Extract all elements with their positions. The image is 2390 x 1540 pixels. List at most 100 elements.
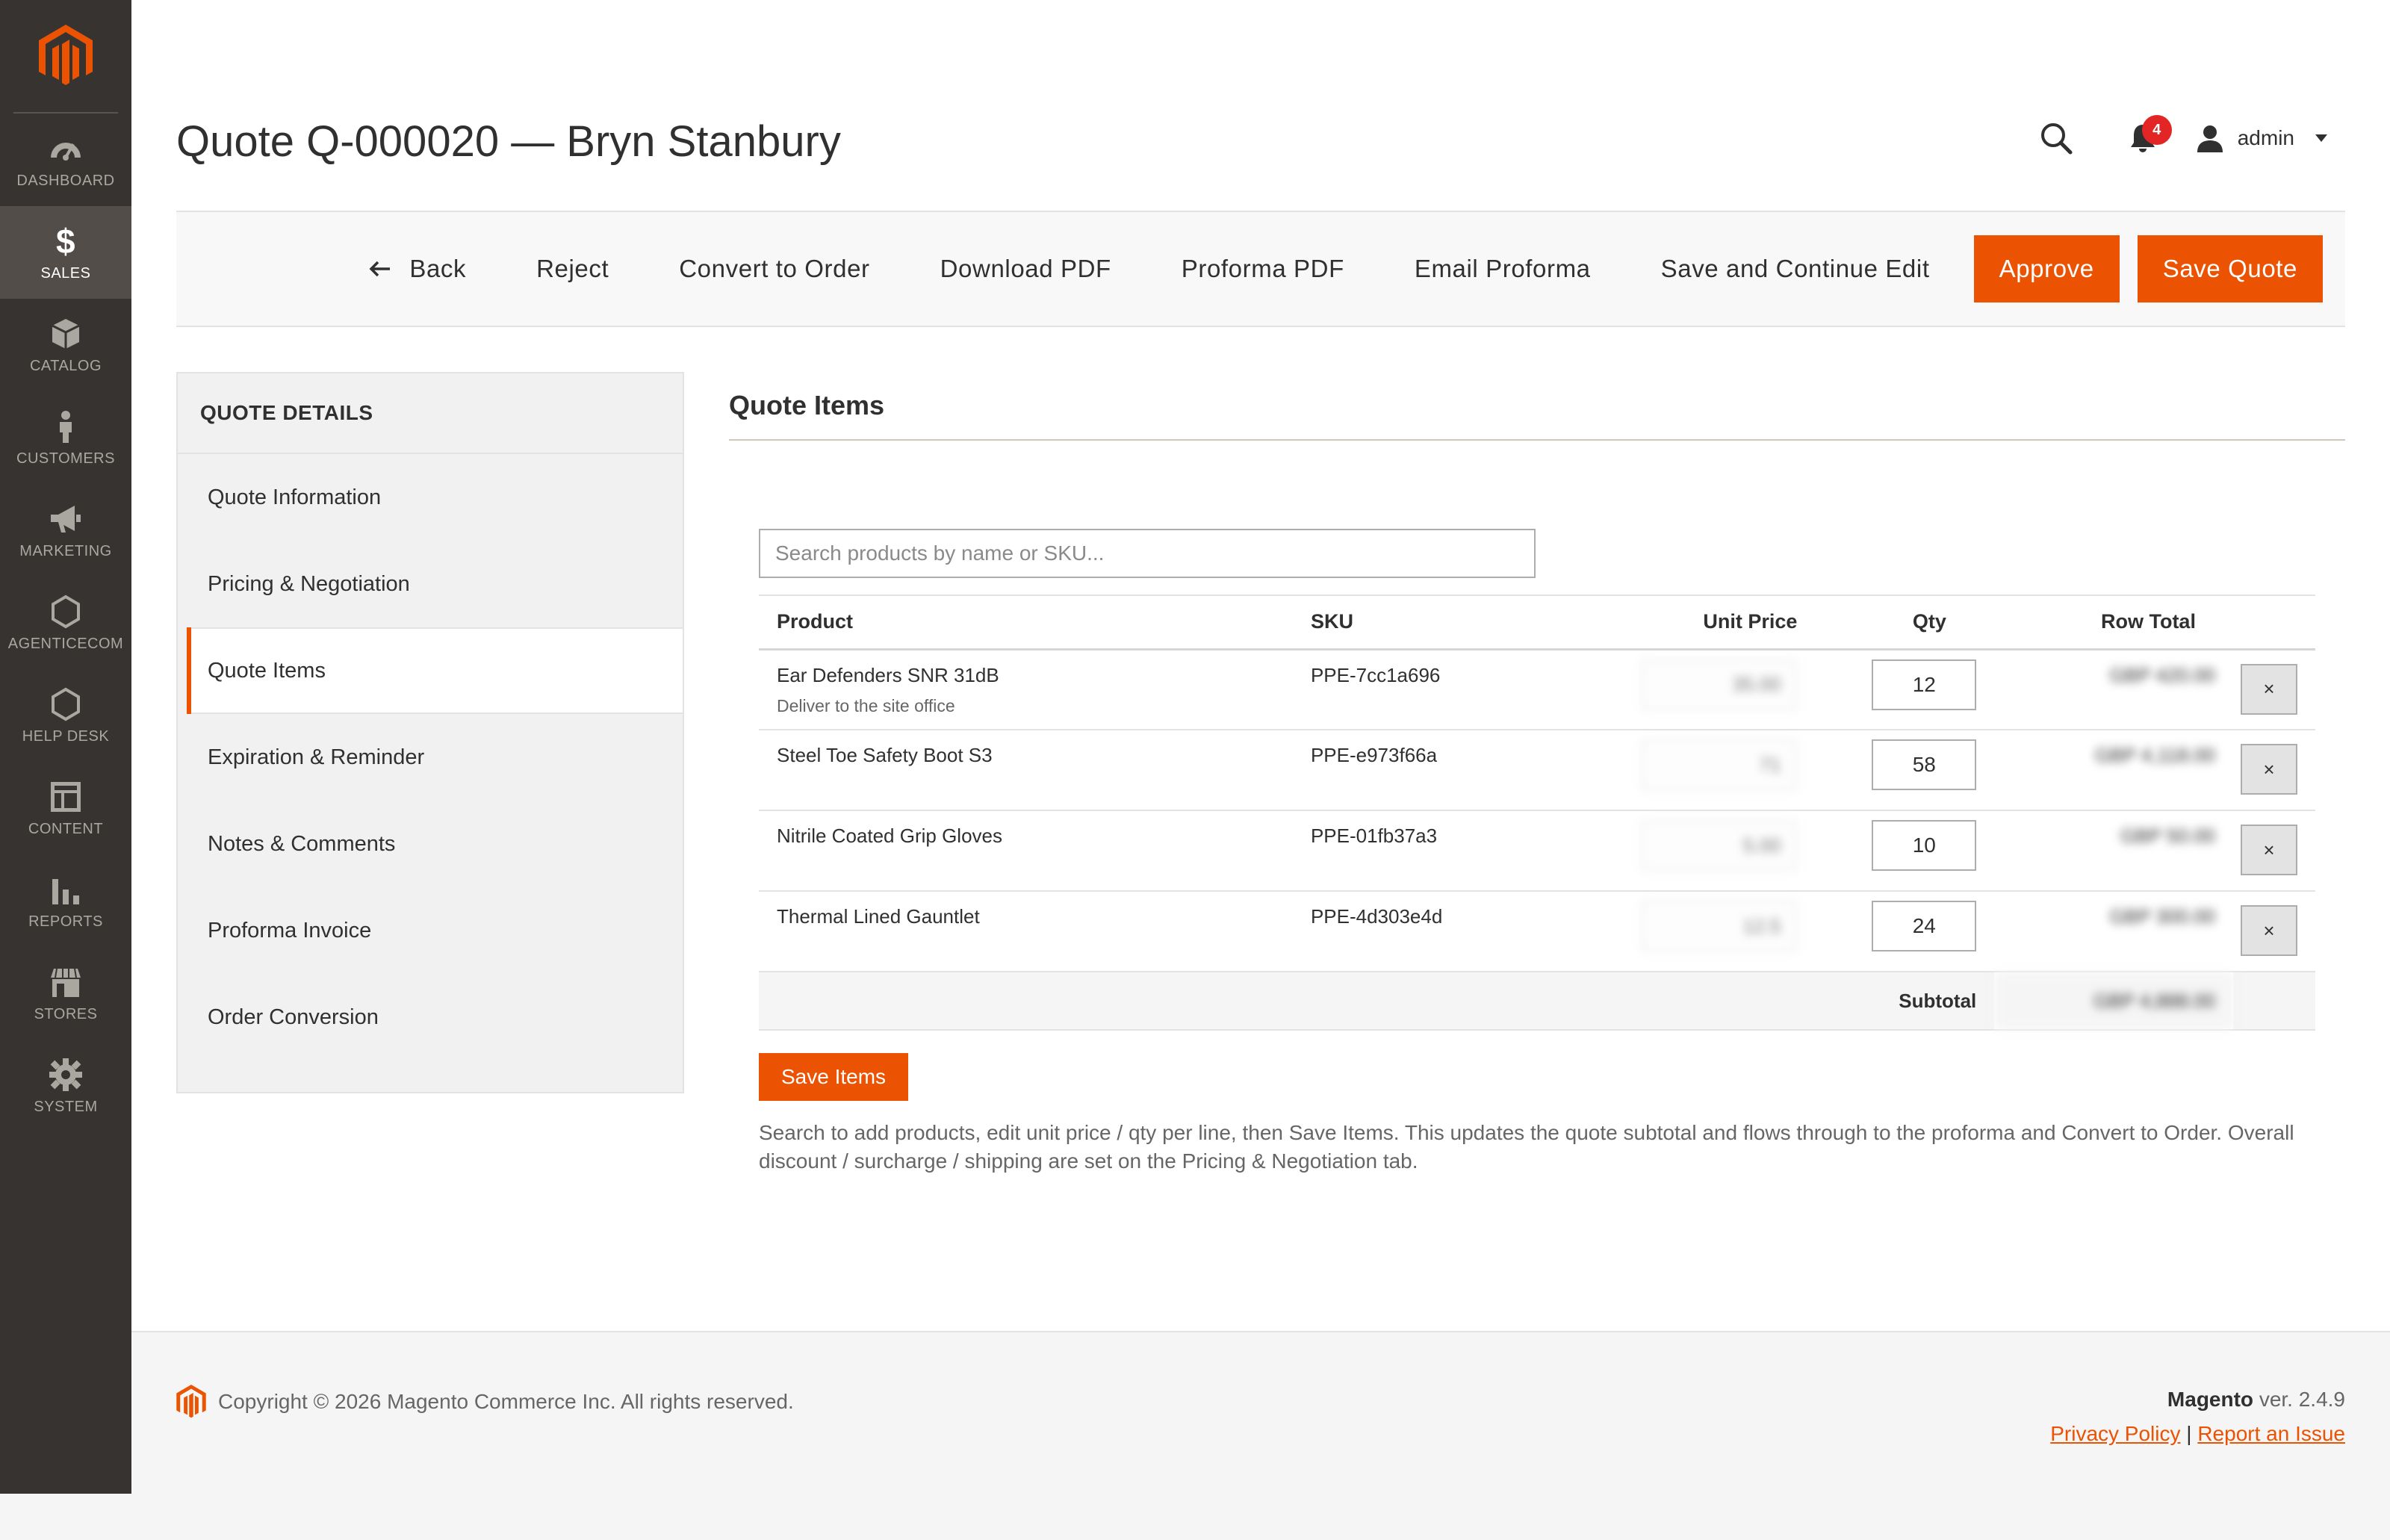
content-icon: [51, 781, 81, 812]
delete-row-button[interactable]: ×: [2240, 825, 2297, 875]
table-header-row: Product SKU Unit Price Qty Row Total: [759, 594, 2315, 651]
bar-chart-icon: [52, 878, 79, 904]
privacy-policy-link[interactable]: Privacy Policy: [2050, 1422, 2180, 1445]
customers-icon: [60, 410, 72, 443]
tab-pricing-negotiation[interactable]: Pricing & Negotiation: [178, 541, 683, 627]
unit-price-input[interactable]: [1642, 739, 1798, 790]
version-number: ver. 2.4.9: [2259, 1388, 2345, 1411]
approve-button[interactable]: Approve: [1973, 235, 2120, 302]
report-issue-link[interactable]: Report an Issue: [2197, 1422, 2345, 1445]
col-header-unit-price: Unit Price: [1591, 594, 1816, 651]
nav-item-reports[interactable]: REPORTS: [0, 854, 131, 947]
product-search-input[interactable]: [759, 529, 1536, 578]
col-header-actions: [2232, 594, 2315, 651]
delete-row-button[interactable]: ×: [2240, 905, 2297, 956]
nav-item-dashboard[interactable]: DASHBOARD: [0, 114, 131, 206]
nav-item-marketing[interactable]: MARKETING: [0, 484, 131, 577]
save-quote-button[interactable]: Save Quote: [2137, 235, 2323, 302]
save-items-button[interactable]: Save Items: [759, 1053, 909, 1101]
qty-input[interactable]: [1872, 901, 1977, 951]
proforma-pdf-button[interactable]: Proforma PDF: [1146, 235, 1379, 302]
quote-details-tabs: QUOTE DETAILS Quote Information Pricing …: [176, 372, 684, 1093]
admin-username: admin: [2237, 126, 2294, 149]
copyright: Copyright © 2026 Magento Commerce Inc. A…: [176, 1385, 794, 1419]
store-icon: [51, 968, 81, 997]
unit-price-input[interactable]: [1642, 901, 1798, 951]
convert-to-order-button[interactable]: Convert to Order: [644, 235, 904, 302]
unit-price-input[interactable]: [1642, 820, 1798, 871]
subtotal-label: Subtotal: [1815, 972, 1995, 1031]
nav-label: REPORTS: [28, 913, 103, 930]
product-name: Steel Toe Safety Boot S3: [777, 744, 993, 766]
unit-price-input[interactable]: [1642, 659, 1798, 710]
quote-items-table: Product SKU Unit Price Qty Row Total Ear…: [759, 594, 2315, 1031]
nav-label: MARKETING: [19, 542, 112, 559]
qty-input[interactable]: [1872, 739, 1977, 790]
nav-label: AGENTICECOM: [7, 635, 124, 652]
product-sku: PPE-e973f66a: [1292, 730, 1592, 811]
row-total: GBP 50.00: [1994, 810, 2233, 892]
table-row: Steel Toe Safety Boot S3 PPE-e973f66a GB…: [759, 730, 2315, 811]
search-icon[interactable]: [2037, 119, 2075, 157]
qty-input[interactable]: [1872, 659, 1977, 710]
save-and-continue-button[interactable]: Save and Continue Edit: [1626, 235, 1965, 302]
chevron-down-icon: [2315, 134, 2327, 142]
hexagon-icon: [52, 594, 80, 628]
table-row: Thermal Lined Gauntlet PPE-4d303e4d GBP …: [759, 891, 2315, 972]
nav-label: STORES: [34, 1005, 98, 1022]
page-footer: Copyright © 2026 Magento Commerce Inc. A…: [131, 1331, 2390, 1494]
megaphone-icon: [51, 505, 81, 533]
tab-proforma-invoice[interactable]: Proforma Invoice: [178, 887, 683, 974]
nav-item-help-desk[interactable]: HELP DESK: [0, 669, 131, 762]
back-label: Back: [409, 255, 467, 282]
nav-label: CATALOG: [29, 357, 102, 374]
magento-logo-icon: [176, 1385, 206, 1418]
back-button[interactable]: Back: [334, 235, 501, 302]
nav-item-sales[interactable]: $ SALES: [0, 206, 131, 299]
row-total: GBP 300.00: [1994, 891, 2233, 972]
user-icon: [2197, 125, 2223, 152]
magento-logo-icon: [39, 25, 93, 85]
reject-button[interactable]: Reject: [501, 235, 644, 302]
row-total: GBP 420.00: [1994, 649, 2233, 730]
nav-item-agenticecom[interactable]: AGENTICECOM: [0, 577, 131, 669]
nav-item-content[interactable]: CONTENT: [0, 762, 131, 854]
nav-item-catalog[interactable]: CATALOG: [0, 299, 131, 391]
tab-quote-items[interactable]: Quote Items: [187, 627, 683, 714]
catalog-icon: [52, 318, 80, 349]
subtotal-value: GBP 4,888.00: [1994, 972, 2233, 1031]
col-header-qty: Qty: [1815, 594, 1995, 651]
download-pdf-button[interactable]: Download PDF: [905, 235, 1146, 302]
nav-item-stores[interactable]: STORES: [0, 947, 131, 1040]
tab-quote-information[interactable]: Quote Information: [178, 454, 683, 541]
admin-sidebar: DASHBOARD $ SALES CATALOG CUSTOMERS MARK…: [0, 0, 131, 1494]
email-proforma-button[interactable]: Email Proforma: [1379, 235, 1626, 302]
notifications-bell-icon[interactable]: 4: [2124, 115, 2172, 157]
nav-item-system[interactable]: SYSTEM: [0, 1040, 131, 1132]
tab-expiration-reminder[interactable]: Expiration & Reminder: [178, 714, 683, 801]
tab-notes-comments[interactable]: Notes & Comments: [178, 801, 683, 887]
col-header-row-total: Row Total: [1994, 594, 2233, 651]
delete-row-button[interactable]: ×: [2240, 744, 2297, 795]
footer-links: Privacy Policy | Report an Issue: [2050, 1422, 2345, 1446]
nav-label: DASHBOARD: [16, 172, 115, 189]
tabs-title: QUOTE DETAILS: [178, 373, 683, 454]
col-header-sku: SKU: [1292, 594, 1592, 651]
delete-row-button[interactable]: ×: [2240, 663, 2297, 715]
admin-user-menu[interactable]: admin: [2196, 124, 2327, 152]
tab-order-conversion[interactable]: Order Conversion: [178, 974, 683, 1061]
product-sku: PPE-7cc1a696: [1292, 649, 1592, 730]
magento-logo[interactable]: [13, 0, 118, 114]
dashboard-icon: [51, 142, 81, 161]
link-separator: |: [2186, 1422, 2192, 1445]
nav-label: HELP DESK: [22, 727, 110, 745]
nav-item-customers[interactable]: CUSTOMERS: [0, 391, 131, 484]
nav-label: SALES: [40, 264, 91, 282]
subtotal-row: Subtotal GBP 4,888.00: [759, 972, 2315, 1031]
header-tools: 4 admin: [2037, 115, 2327, 157]
product-name: Nitrile Coated Grip Gloves: [777, 825, 1002, 847]
qty-input[interactable]: [1872, 820, 1977, 871]
hexagon-icon: [52, 687, 80, 721]
copyright-text: Copyright © 2026 Magento Commerce Inc. A…: [218, 1390, 794, 1413]
table-row: Ear Defenders SNR 31dB Deliver to the si…: [759, 649, 2315, 730]
